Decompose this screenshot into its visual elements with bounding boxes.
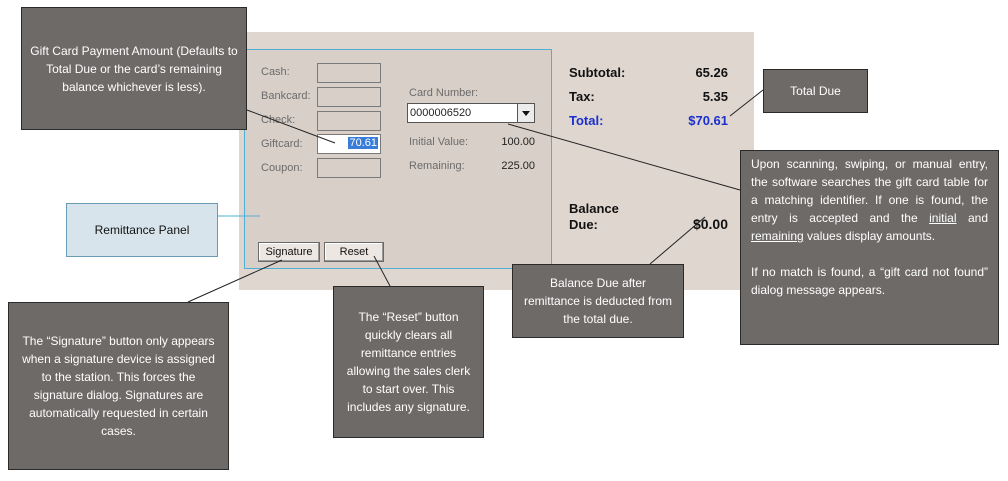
connector-balance <box>649 216 706 265</box>
callout-reset: The “Reset” button quickly clears all re… <box>333 286 484 438</box>
callout-total-due: Total Due <box>763 69 868 113</box>
callout-remittance-panel: Remittance Panel <box>66 203 218 257</box>
callout-gift-card-amount-text: Gift Card Payment Amount (Defaults to To… <box>30 43 238 94</box>
callout-gift-card-amount: Gift Card Payment Amount (Defaults to To… <box>21 7 247 130</box>
callout-gift-card-lookup-para1: Upon scanning, swiping, or manual entry,… <box>751 155 988 245</box>
connector-card-number <box>507 123 741 191</box>
callout-balance-due-text: Balance Due after remittance is deducted… <box>523 276 673 326</box>
callout-signature: The “Signature” button only appears when… <box>8 302 229 470</box>
connector-reset <box>373 255 391 287</box>
connector-total <box>729 89 764 117</box>
callout-gift-card-lookup-para2: If no match is found, a “gift card not f… <box>751 265 988 297</box>
callout-remittance-panel-text: Remittance Panel <box>94 223 190 237</box>
callout-reset-text: The “Reset” button quickly clears all re… <box>346 310 471 414</box>
para1-and: and <box>956 211 988 225</box>
callout-gift-card-lookup: Upon scanning, swiping, or manual entry,… <box>740 150 999 345</box>
callout-total-due-text: Total Due <box>790 84 841 98</box>
callout-balance-due: Balance Due after remittance is deducted… <box>512 264 684 338</box>
connector-signature <box>187 259 283 303</box>
connector-giftcard <box>246 109 336 144</box>
para1-initial: initial <box>929 211 957 225</box>
para1-remaining: remaining <box>751 229 804 243</box>
callout-signature-text: The “Signature” button only appears when… <box>22 334 215 438</box>
para1-part2: values display amounts. <box>803 229 936 243</box>
